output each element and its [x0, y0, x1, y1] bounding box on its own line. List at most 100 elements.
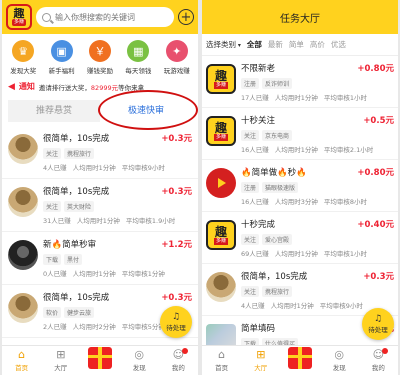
- nav-item[interactable]: ⊞ 大厅: [241, 346, 280, 375]
- task-meta-item: 人均用时3分钟: [274, 198, 318, 206]
- nav-item[interactable]: ⌂ 首页: [2, 346, 41, 375]
- task-tags: 注册 反诈师训: [241, 78, 394, 89]
- task-body: 🔥简单做🔥秒🔥 +0.80元 注册 猫眼极速版 16人已赚 人均用时3分钟 平均审核8小时: [241, 166, 394, 206]
- task-title-row: 很简单，10s完成 +0.3元: [43, 185, 192, 197]
- task-price: +0.3元: [363, 272, 394, 282]
- task-title-row: 十秒完成 +0.40元: [241, 218, 394, 230]
- task-title-row: 很简单，10s完成 +0.3元: [241, 270, 394, 282]
- task-meta-item: 平均审核9小时: [319, 302, 363, 310]
- search-icon: [42, 12, 51, 22]
- task-avatar: [8, 187, 38, 217]
- task-title: 很简单，10s完成: [241, 272, 308, 282]
- task-tag: 关注: [43, 148, 62, 159]
- logo-char: 趣: [214, 68, 227, 83]
- task-price: +0.80元: [357, 168, 394, 178]
- search-bar[interactable]: [36, 7, 174, 27]
- notice-bar[interactable]: ◀ 通知 邀请排行送大奖，82999元等你来拿: [2, 79, 198, 94]
- task-tag: 京东电商: [262, 130, 293, 141]
- task-meta-item: 平均审核5分钟: [121, 323, 165, 331]
- task-meta-item: 人均用时1分钟: [72, 270, 116, 278]
- task-title: 十秒关注: [241, 116, 276, 126]
- task-meta-item: 人均用时1分钟: [274, 250, 318, 258]
- task-price: +1.2元: [161, 240, 192, 250]
- quick-item-label: 每天领钱: [125, 67, 152, 75]
- nav-label: 发现: [332, 364, 346, 372]
- notification-dot: [182, 348, 189, 354]
- quick-item[interactable]: ♛ 发现大奖: [7, 40, 39, 75]
- add-button[interactable]: +: [178, 9, 194, 25]
- logo-tag: 多赚: [11, 19, 26, 26]
- pending-button[interactable]: ♫ 待处理: [160, 306, 192, 338]
- task-tags: 关注 京东电商: [241, 130, 394, 141]
- task-meta-item: 4人已赚: [43, 164, 67, 172]
- task-price: +0.40元: [357, 220, 394, 230]
- task-tag: 健步云旅: [64, 307, 95, 318]
- task-title-row: 很简单，10s完成 +0.3元: [43, 291, 192, 303]
- task-meta-item: 人均用时1分钟: [274, 94, 318, 102]
- task-meta-item: 平均审核1分钟: [121, 270, 165, 278]
- task-price: +0.80元: [357, 64, 394, 74]
- quick-menu: ♛ 发现大奖 ▣ 新手福利 ￥ 赚钱奖励 ▦ 每天领钱 ✦ 玩游戏赚: [2, 34, 198, 79]
- task-tag: 下载: [43, 254, 62, 265]
- nav-item[interactable]: ☺ 我的: [159, 346, 198, 375]
- task-meta-item: 人均用时1分钟: [76, 217, 120, 225]
- nav-item[interactable]: ⊞ 大厅: [41, 346, 80, 375]
- task-item[interactable]: 很简单，10s完成 +0.3元 关注 英大财险 31人已赚 人均用时1分钟 平均审核1.9小…: [2, 179, 198, 232]
- nav-label: 大厅: [54, 364, 68, 372]
- quick-item[interactable]: ￥ 赚钱奖励: [84, 40, 116, 75]
- task-meta-item: 平均审核1.9小时: [125, 217, 176, 225]
- coin-icon: ￥: [88, 40, 111, 62]
- tab-recommended[interactable]: 推荐悬赏: [8, 100, 100, 122]
- nav-item[interactable]: [80, 346, 119, 375]
- task-meta-item: 人均用时2分钟: [72, 323, 116, 331]
- pending-button[interactable]: ♫ 待处理: [362, 308, 394, 340]
- task-meta: 16人已赚 人均用时3分钟 平均审核8小时: [241, 196, 394, 206]
- task-item[interactable]: 趣多赚 不限新老 +0.80元 注册 反诈师训 17人已赚 人均用时1分钟 平均审核1小时: [202, 56, 398, 108]
- filter-tab[interactable]: 高价: [310, 39, 325, 50]
- task-title: 简单填码: [241, 324, 276, 334]
- task-avatar: 趣多赚: [206, 64, 236, 94]
- nav-item[interactable]: ◎ 发现: [320, 346, 359, 375]
- task-item[interactable]: 🔥简单做🔥秒🔥 +0.80元 注册 猫眼极速版 16人已赚 人均用时3分钟 平均审核8小时: [202, 160, 398, 212]
- task-item[interactable]: 新🔥简单秒审 +1.2元 下载 黑付 0人已赚 人均用时1分钟 平均审核1分钟: [2, 232, 198, 285]
- task-avatar: [206, 168, 236, 198]
- task-avatar: [8, 240, 38, 270]
- filter-tab[interactable]: 优选: [331, 39, 346, 50]
- quick-item[interactable]: ▦ 每天领钱: [122, 40, 154, 75]
- task-body: 十秒关注 +0.5元 关注 京东电商 16人已赚 人均用时1分钟 平均审核2.1小时: [241, 114, 394, 154]
- task-meta-item: 31人已赚: [43, 217, 71, 225]
- task-avatar: 趣多赚: [206, 220, 236, 250]
- search-input[interactable]: [55, 12, 168, 22]
- nav-label: 首页: [215, 364, 229, 372]
- notice-text: 邀请排行送大奖，82999元等你来拿: [39, 82, 144, 92]
- task-meta-item: 平均审核1小时: [323, 250, 368, 258]
- task-tag: 携程旅行: [64, 148, 95, 159]
- task-item[interactable]: 趣多赚 十秒完成 +0.40元 关注 爱心宫殿 69人已赚 人均用时1分钟 平均审核1小时: [202, 212, 398, 264]
- nav-item[interactable]: ⌂ 首页: [202, 346, 241, 375]
- task-tag: 反诈师训: [262, 78, 293, 89]
- task-item[interactable]: 很简单，10s完成 +0.3元 关注 携程旅行 4人已赚 人均用时1分钟 平均审核9小时: [2, 126, 198, 179]
- filter-tab[interactable]: 简单: [289, 39, 304, 50]
- task-title-row: 不限新老 +0.80元: [241, 62, 394, 74]
- task-meta-item: 平均审核1小时: [323, 94, 368, 102]
- task-meta-item: 69人已赚: [241, 250, 269, 258]
- task-meta-item: 平均审核9小时: [121, 164, 165, 172]
- task-title-row: 新🔥简单秒审 +1.2元: [43, 238, 192, 250]
- nav-item[interactable]: ◎ 发现: [120, 346, 159, 375]
- filter-tab[interactable]: 全部: [247, 39, 262, 50]
- nav-label: 首页: [15, 364, 29, 372]
- task-meta: 17人已赚 人均用时1分钟 平均审核1小时: [241, 92, 394, 102]
- quick-item[interactable]: ✦ 玩游戏赚: [161, 40, 193, 75]
- task-tags: 关注 爱心宫殿: [241, 234, 394, 245]
- notice-highlight: 82999元: [90, 83, 119, 92]
- nav-item[interactable]: ☺ 我的: [359, 346, 398, 375]
- quick-item[interactable]: ▣ 新手福利: [46, 40, 78, 75]
- filter-tab[interactable]: 最新: [268, 39, 283, 50]
- task-item[interactable]: 趣多赚 十秒关注 +0.5元 关注 京东电商 16人已赚 人均用时1分钟 平均审核2.1小时: [202, 108, 398, 160]
- tab-fast-review[interactable]: 极速快审: [100, 100, 192, 122]
- nav-item[interactable]: [280, 346, 319, 375]
- logo-tag: 多赚: [213, 237, 228, 245]
- pending-label: 待处理: [166, 323, 186, 332]
- category-select[interactable]: 选择类别: [206, 39, 241, 50]
- task-item[interactable]: 很简单，10s完成 +0.3元 关注 携程旅行 4人已赚 人均用时1分钟 平均审核9小时: [202, 264, 398, 316]
